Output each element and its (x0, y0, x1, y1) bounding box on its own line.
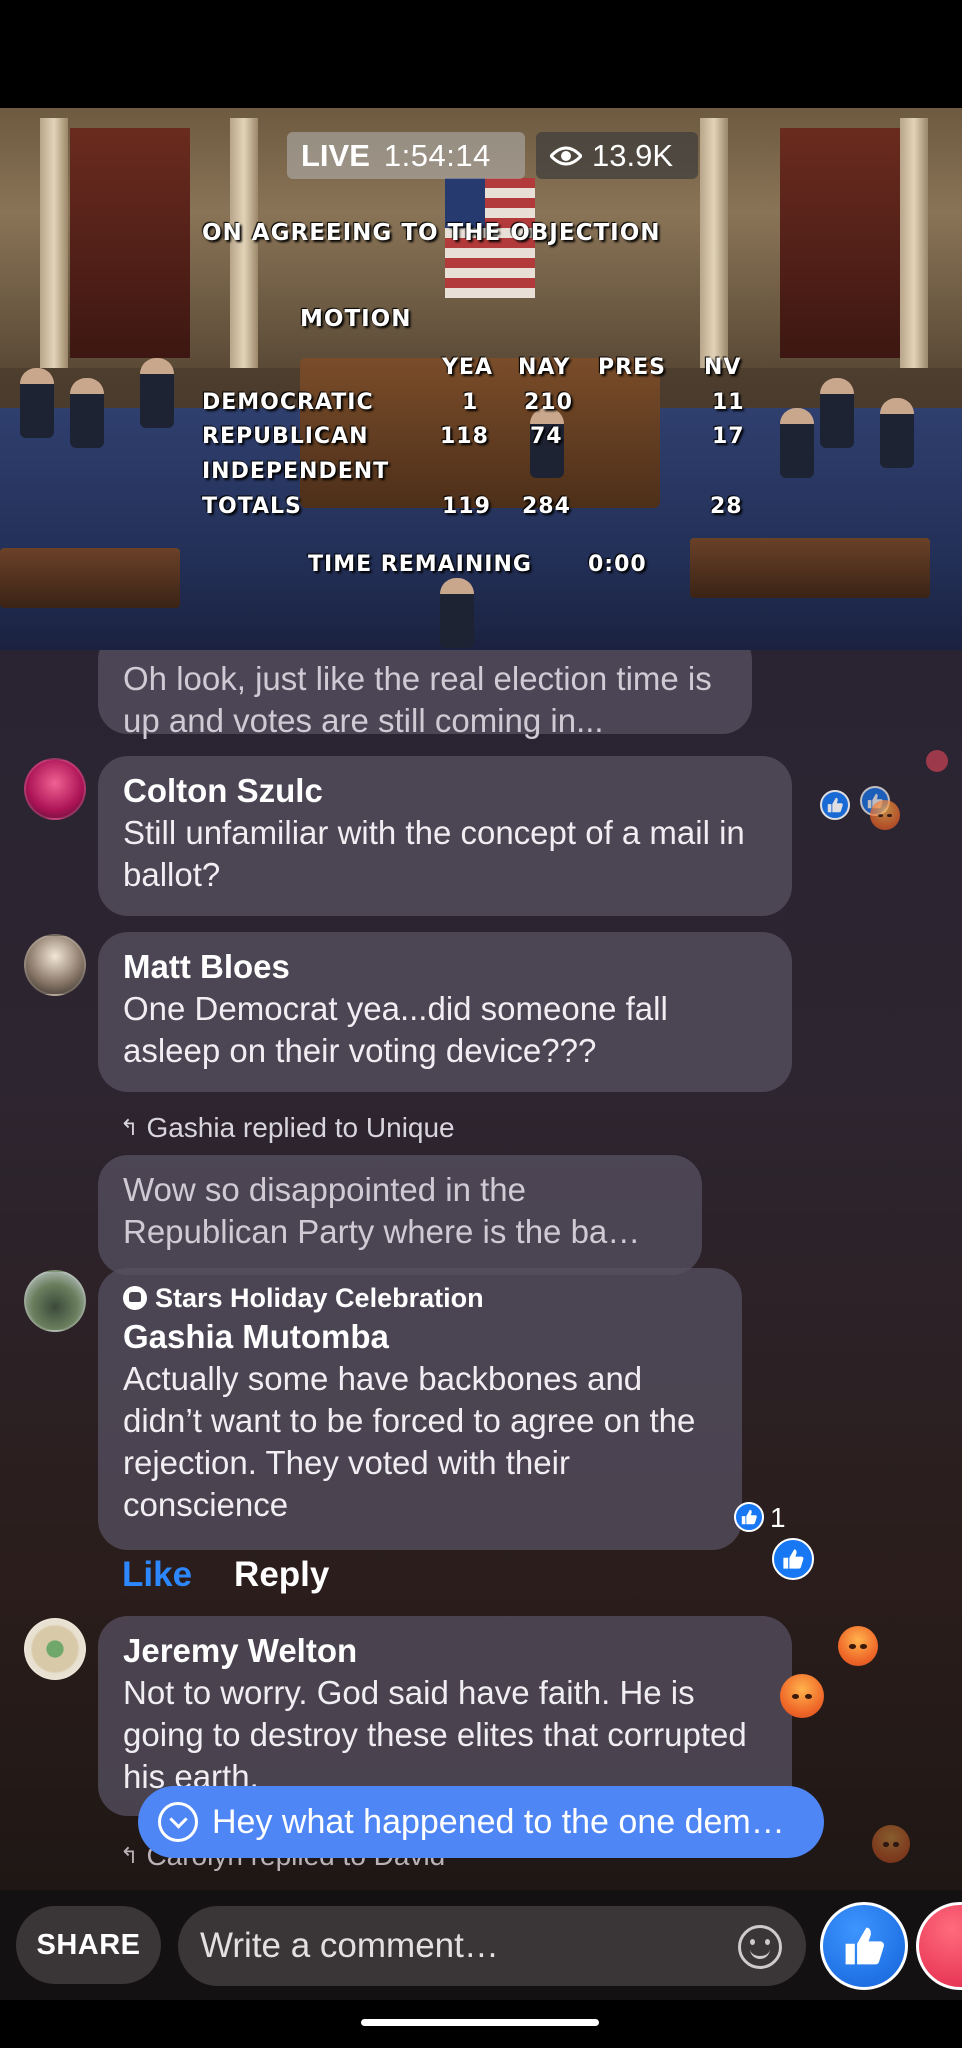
group-icon (123, 1286, 147, 1310)
comment-text: Wow so disappointed in the Republican Pa… (123, 1171, 641, 1250)
group-badge[interactable]: Stars Holiday Celebration (123, 1280, 716, 1316)
chevron-down-icon (158, 1802, 198, 1842)
eye-icon (550, 146, 582, 165)
bottom-bar: SHARE (0, 1890, 962, 2000)
comment-bubble: Oh look, just like the real election tim… (98, 650, 752, 739)
tally-row-party: REPUBLICAN (202, 424, 369, 449)
commenter-name[interactable]: Colton Szulc (123, 770, 766, 812)
new-comment-text: Hey what happened to the one dem… (212, 1802, 785, 1841)
group-name: Stars Holiday Celebration (155, 1283, 484, 1313)
avatar[interactable] (24, 934, 86, 996)
angry-reaction-icon (780, 1674, 824, 1718)
tally-row-nay: 210 (524, 390, 573, 415)
comment-actions: Like Reply (122, 1555, 329, 1595)
commenter-name[interactable]: Matt Bloes (123, 946, 766, 988)
comment-text: Actually some have backbones and didn’t … (123, 1360, 696, 1523)
comment-bubble: Wow so disappointed in the Republican Pa… (98, 1155, 702, 1275)
viewer-count-badge: 13.9K (536, 132, 698, 179)
angry-reaction-icon (838, 1626, 878, 1666)
tally-col-yea: YEA (442, 355, 493, 380)
tally-heading: ON AGREEING TO THE OBJECTION (202, 220, 661, 246)
tally-row-nv: 11 (712, 390, 745, 415)
new-comment-pill[interactable]: Hey what happened to the one dem… (138, 1786, 824, 1858)
reaction-count: 1 (770, 1502, 786, 1533)
tally-row-yea: 1 (462, 390, 479, 415)
angry-reaction-icon (870, 800, 900, 830)
tally-row-yea: 119 (442, 494, 491, 519)
live-video-player[interactable]: ON AGREEING TO THE OBJECTION MOTION YEA … (0, 108, 962, 650)
live-duration: 1:54:14 (383, 137, 491, 173)
reply-arrow-icon: ↰ (120, 1843, 139, 1868)
commenter-name[interactable]: Jeremy Welton (123, 1630, 766, 1672)
tally-col-nay: NAY (518, 355, 571, 380)
viewer-count: 13.9K (592, 137, 674, 173)
comment-text: Not to worry. God said have faith. He is… (123, 1674, 747, 1795)
comments-feed[interactable]: Oh look, just like the real election tim… (0, 650, 962, 1890)
tally-row-nv: 28 (710, 494, 743, 519)
tally-time-value: 0:00 (588, 552, 647, 577)
tally-motion: MOTION (300, 306, 412, 332)
heart-reaction-icon (926, 750, 948, 772)
comment-bubble: Stars Holiday Celebration Gashia Mutomba… (98, 1268, 742, 1550)
love-reaction-button[interactable] (916, 1902, 962, 1990)
thumbs-up-icon (845, 1927, 884, 1965)
avatar[interactable] (24, 1270, 86, 1332)
tally-row-party: TOTALS (202, 494, 302, 519)
comment-input[interactable] (178, 1906, 806, 1986)
like-button[interactable]: Like (122, 1555, 192, 1595)
vote-tally-overlay: ON AGREEING TO THE OBJECTION MOTION YEA … (0, 108, 962, 650)
commenter-name[interactable]: Gashia Mutomba (123, 1316, 716, 1358)
tally-row-party: INDEPENDENT (202, 459, 390, 484)
reply-button[interactable]: Reply (234, 1555, 329, 1595)
reply-header-text: Gashia replied to Unique (146, 1112, 455, 1143)
like-reaction-button[interactable] (820, 1902, 908, 1990)
share-button[interactable]: SHARE (16, 1906, 161, 1984)
like-reaction-icon (820, 790, 850, 820)
comment-text: One Democrat yea...did someone fall asle… (123, 990, 668, 1069)
tally-time-label: TIME REMAINING (308, 552, 532, 577)
tally-row-party: DEMOCRATIC (202, 390, 374, 415)
comment-text: Still unfamiliar with the concept of a m… (123, 814, 745, 893)
reply-arrow-icon: ↰ (120, 1115, 139, 1140)
like-reaction-icon[interactable] (734, 1502, 764, 1532)
like-reaction-icon (772, 1538, 814, 1580)
live-label: LIVE (301, 137, 370, 173)
emoji-icon[interactable] (738, 1925, 782, 1969)
live-video-screen: ON AGREEING TO THE OBJECTION MOTION YEA … (0, 0, 962, 2048)
reply-header[interactable]: ↰ Gashia replied to Unique (120, 1112, 455, 1144)
avatar[interactable] (24, 758, 86, 820)
angry-reaction-icon (872, 1825, 910, 1863)
tally-col-pres: PRES (598, 355, 666, 380)
tally-row-nay: 284 (522, 494, 571, 519)
tally-row-yea: 118 (440, 424, 489, 449)
avatar[interactable] (24, 1618, 86, 1680)
live-badge: LIVE 1:54:14 (287, 132, 525, 179)
comment-text: Oh look, just like the real election tim… (123, 660, 712, 739)
home-indicator[interactable] (361, 2019, 599, 2026)
comment-bubble: Colton Szulc Still unfamiliar with the c… (98, 756, 792, 916)
tally-row-nay: 74 (530, 424, 563, 449)
comment-bubble: Matt Bloes One Democrat yea...did someon… (98, 932, 792, 1092)
tally-col-nv: NV (704, 355, 742, 380)
tally-row-nv: 17 (712, 424, 745, 449)
